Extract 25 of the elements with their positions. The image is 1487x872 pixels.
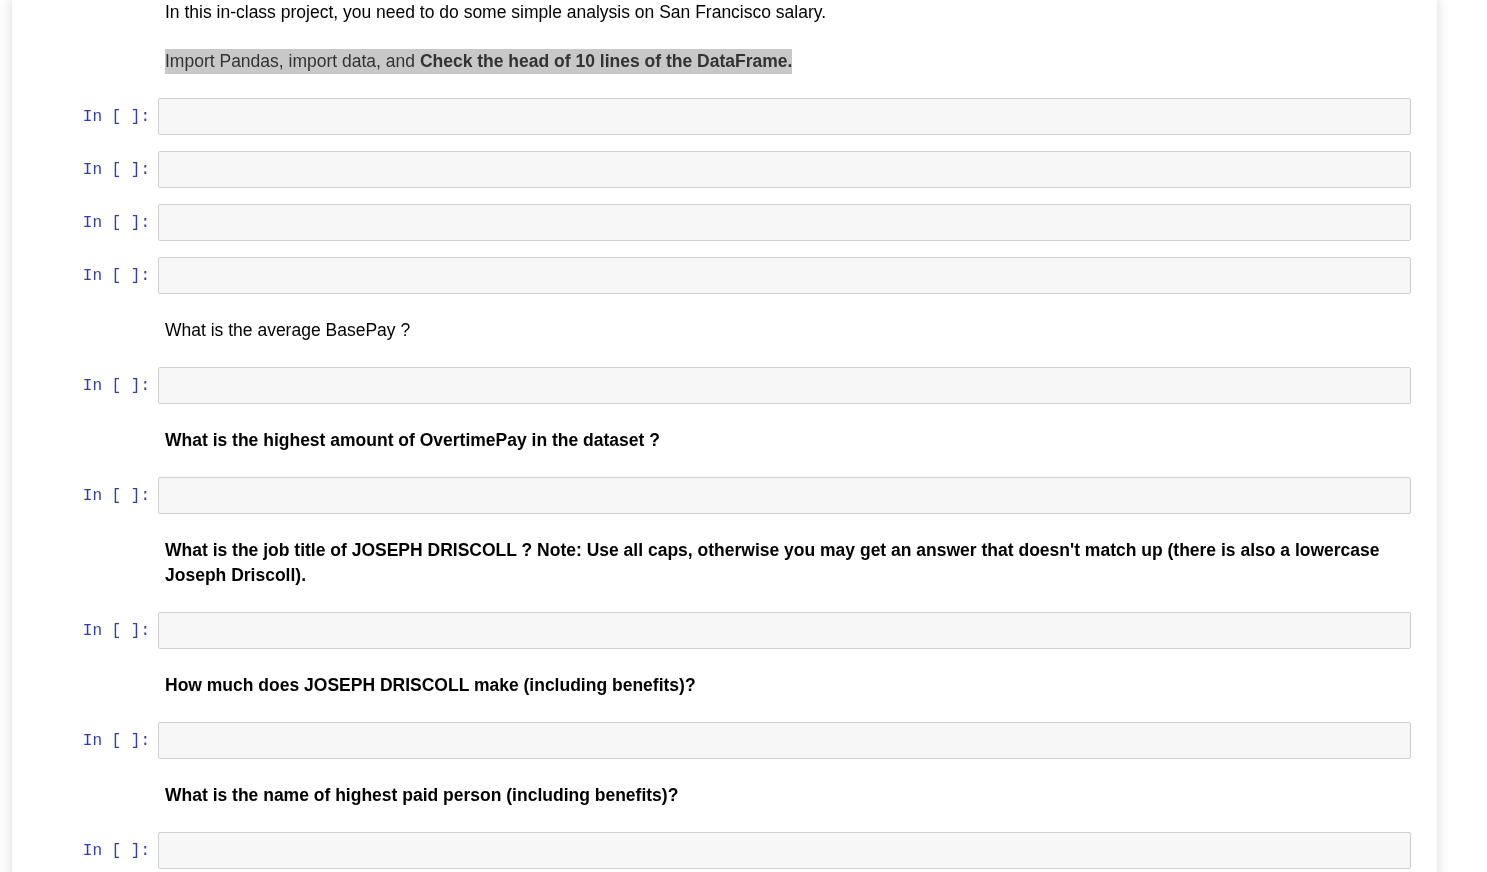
input-prompt: In [ ]: (82, 485, 150, 506)
input-prompt: In [ ]: (82, 620, 150, 641)
code-input-field[interactable] (158, 98, 1411, 135)
code-input-field[interactable] (158, 151, 1411, 188)
markdown-text: What is the job title of JOSEPH DRISCOLL ? Note: Use all caps, otherwise you may get an answer that doesn't match up (there is also a lowercase Joseph Driscoll). (165, 539, 1381, 587)
code-input-field[interactable] (158, 477, 1411, 514)
markdown-text: What is the highest amount of OvertimePay in the dataset ? (165, 429, 660, 452)
input-prompt: In [ ]: (82, 730, 150, 751)
code-input-field[interactable] (158, 257, 1411, 294)
input-prompt: In [ ]: (82, 840, 150, 861)
code-input-field[interactable] (158, 204, 1411, 241)
code-input-field[interactable] (158, 367, 1411, 404)
code-input-field[interactable] (158, 832, 1411, 869)
code-input-field[interactable] (158, 722, 1411, 759)
markdown-text: In this in-class project, you need to do some simple analysis on San Francisco salary. (165, 1, 827, 24)
input-prompt: In [ ]: (82, 265, 150, 286)
input-prompt: In [ ]: (82, 159, 150, 180)
input-prompt: In [ ]: (82, 106, 150, 127)
code-input-field[interactable] (158, 612, 1411, 649)
input-prompt: In [ ]: (82, 212, 150, 233)
markdown-text: What is the average BasePay ? (165, 319, 411, 342)
markdown-text: What is the name of highest paid person (including benefits)? (165, 784, 679, 807)
markdown-text: How much does JOSEPH DRISCOLL make (including benefits)? (165, 674, 696, 697)
input-prompt: In [ ]: (82, 375, 150, 396)
highlighted-text: Import Pandas, import data, and Check the head of 10 lines of the DataFrame. (165, 49, 793, 74)
